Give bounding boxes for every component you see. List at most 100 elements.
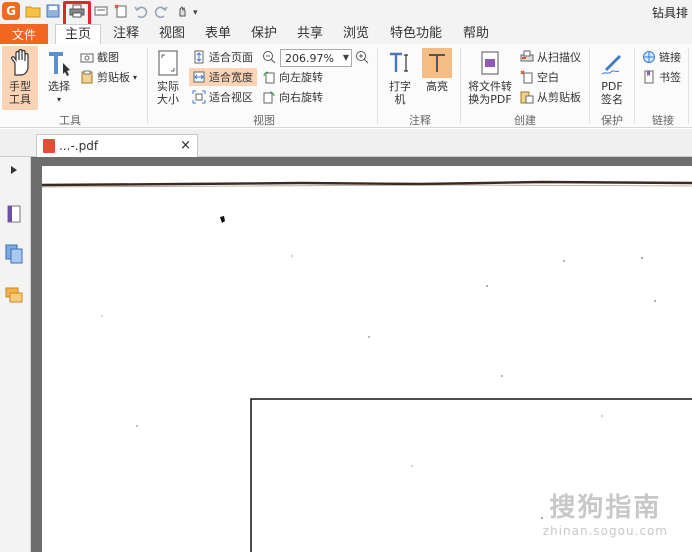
hand-tool-button[interactable]: 手型工具: [3, 48, 37, 106]
divider: [460, 48, 461, 124]
blank-button[interactable]: 空白: [520, 68, 559, 86]
convert-to-pdf-button[interactable]: 将文件转换为PDF: [467, 48, 513, 106]
blank-label: 空白: [537, 71, 559, 84]
menu-file[interactable]: 文件: [0, 24, 48, 44]
from-clipboard-button[interactable]: 从剪贴板: [520, 88, 581, 106]
clipboard-label: 剪贴板: [97, 71, 130, 84]
quick-access-toolbar: G ▾ 钻具排: [0, 0, 692, 27]
convert-to-pdf-icon: [475, 48, 505, 78]
hand-tool-label: 手型工具: [9, 80, 31, 106]
tab-comment[interactable]: 注释: [106, 24, 146, 44]
from-scanner-button[interactable]: 从扫描仪: [520, 48, 581, 66]
tab-view[interactable]: 视图: [152, 24, 192, 44]
bookmark-icon: [642, 70, 656, 84]
tab-help[interactable]: 帮助: [456, 24, 496, 44]
ribbon: 手型工具 选择 ▾ 截图 剪贴板 ▾ 工具 实际大小 适合页面 适合宽度 适合视…: [0, 44, 692, 128]
select-button[interactable]: 选择 ▾: [42, 48, 76, 106]
from-clipboard-label: 从剪贴板: [537, 91, 581, 104]
tab-protect[interactable]: 保护: [244, 24, 284, 44]
tab-special-features[interactable]: 特色功能: [384, 24, 448, 44]
zoom-in-button[interactable]: [355, 48, 372, 66]
zoom-out-button[interactable]: [262, 48, 279, 66]
rotate-right-label: 向右旋转: [279, 91, 323, 104]
clipboard-button[interactable]: 剪贴板 ▾: [80, 68, 137, 86]
pdf-file-icon: [43, 139, 55, 153]
pdf-sign-button[interactable]: PDF签名: [595, 48, 629, 106]
group-label-links: 链接: [652, 114, 674, 127]
actual-size-button[interactable]: 实际大小: [153, 48, 183, 106]
expand-panel-icon[interactable]: [4, 159, 24, 181]
actual-size-icon: [153, 48, 183, 78]
document-tab[interactable]: ...-.pdf ×: [36, 134, 198, 157]
hand-icon: [5, 48, 35, 78]
zoom-select[interactable]: 206.97% ▼: [280, 49, 352, 67]
typewriter-icon: [385, 48, 415, 78]
select-text-icon: [44, 48, 74, 78]
rotate-left-button[interactable]: 向左旋转: [262, 68, 323, 86]
rotate-left-icon: [262, 70, 276, 84]
link-button[interactable]: 链接: [642, 48, 681, 66]
zoom-value: 206.97%: [285, 51, 334, 65]
highlight-button[interactable]: 高亮: [420, 48, 454, 93]
new-document-icon[interactable]: [112, 2, 130, 20]
redo-icon[interactable]: [152, 2, 170, 20]
group-label-create: 创建: [514, 114, 536, 127]
open-folder-icon[interactable]: [24, 2, 42, 20]
comments-panel-icon[interactable]: [4, 285, 24, 307]
zoom-in-icon: [355, 50, 369, 64]
watermark-text: 搜狗指南: [549, 493, 662, 523]
select-label: 选择: [48, 80, 70, 93]
pdf-page[interactable]: 搜狗指南 zhinan.sogou.com: [42, 166, 692, 552]
convert-to-pdf-label: 将文件转换为PDF: [468, 80, 512, 106]
signature-pen-icon: [597, 48, 627, 78]
camera-icon: [80, 50, 94, 64]
fit-width-label: 适合宽度: [209, 71, 253, 84]
app-logo[interactable]: G: [2, 2, 20, 20]
blank-page-icon: [520, 70, 534, 84]
bookmark-button[interactable]: 书签: [642, 68, 681, 86]
pages-panel-icon[interactable]: [4, 243, 24, 265]
highlight-label: 高亮: [426, 80, 448, 93]
fit-view-button[interactable]: 适合视区: [192, 88, 253, 106]
bookmarks-panel-icon[interactable]: [4, 203, 24, 225]
touch-mode-icon[interactable]: ▾: [174, 2, 204, 20]
undo-icon[interactable]: [132, 2, 150, 20]
divider: [377, 48, 378, 124]
scan-icon[interactable]: [92, 2, 110, 20]
clipboard-icon: [80, 70, 94, 84]
typewriter-button[interactable]: 打字机: [385, 48, 415, 106]
tab-form[interactable]: 表单: [198, 24, 238, 44]
document-viewport[interactable]: 搜狗指南 zhinan.sogou.com: [31, 157, 692, 552]
fit-view-icon: [192, 90, 206, 104]
pdf-sign-label: PDF签名: [601, 80, 623, 106]
highlight-icon: [422, 48, 452, 78]
select-dropdown-icon: ▾: [56, 95, 61, 104]
save-icon[interactable]: [44, 2, 62, 20]
link-globe-icon: [642, 50, 656, 64]
bookmark-label: 书签: [659, 71, 681, 84]
tab-browse[interactable]: 浏览: [336, 24, 376, 44]
fit-width-button[interactable]: 适合宽度: [192, 68, 253, 86]
fit-page-icon: [192, 50, 206, 64]
rotate-left-label: 向左旋转: [279, 71, 323, 84]
group-label-protect: 保护: [601, 114, 623, 127]
actual-size-label: 实际大小: [157, 80, 179, 106]
document-tab-title: ...-.pdf: [59, 139, 99, 153]
divider: [147, 48, 148, 124]
group-label-annotate: 注释: [409, 114, 431, 127]
rotate-right-button[interactable]: 向右旋转: [262, 88, 323, 106]
clipboard-dropdown-icon: ▾: [133, 72, 138, 82]
left-navigation-panel: [0, 157, 31, 552]
close-tab-icon[interactable]: ×: [180, 138, 191, 153]
window-title: 钻具排: [651, 6, 688, 20]
tab-home[interactable]: 主页: [55, 24, 101, 45]
divider: [634, 48, 635, 124]
tab-share[interactable]: 共享: [290, 24, 330, 44]
fit-page-button[interactable]: 适合页面: [192, 48, 253, 66]
rotate-right-icon: [262, 90, 276, 104]
watermark-url: zhinan.sogou.com: [542, 524, 668, 538]
group-label-view: 视图: [253, 114, 275, 127]
document-tab-bar: ...-.pdf ×: [0, 129, 692, 157]
zoom-dropdown-icon: ▼: [342, 53, 349, 62]
screenshot-button[interactable]: 截图: [80, 48, 119, 66]
